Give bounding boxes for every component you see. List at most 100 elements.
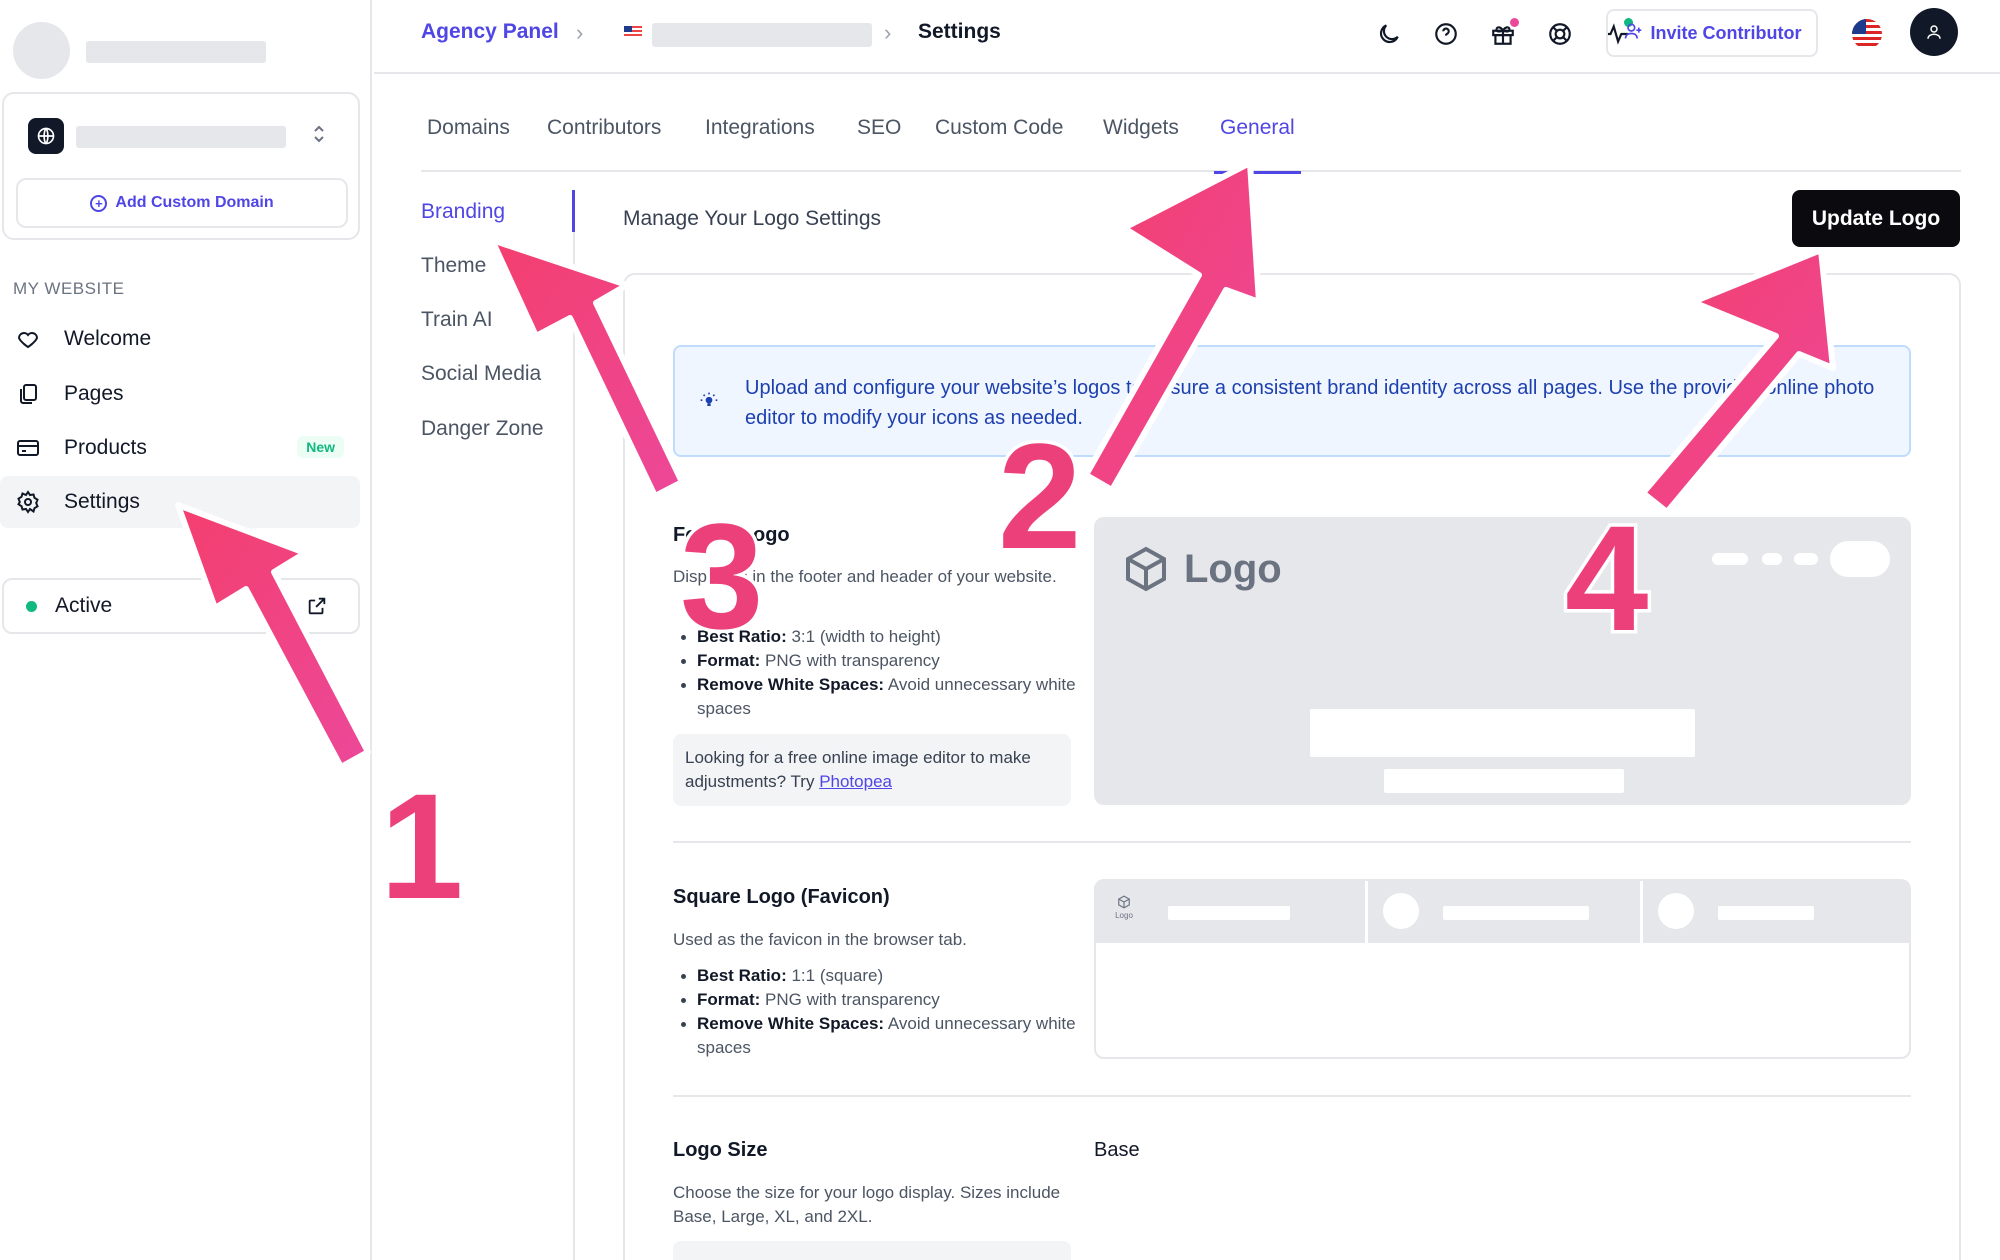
heart-icon (14, 325, 42, 353)
breadcrumb-agency-panel[interactable]: Agency Panel (421, 20, 559, 44)
subnav-branding[interactable]: Branding (421, 200, 505, 224)
subnav-active-indicator (572, 190, 575, 232)
photopea-link[interactable]: Photopea (819, 772, 892, 791)
preview-content-placeholder (1310, 709, 1695, 757)
update-logo-button[interactable]: Update Logo (1792, 190, 1960, 247)
list-item: Best Ratio: 1:1 (square) (681, 964, 1077, 988)
list-item: Remove White Spaces: Avoid unnecessary w… (681, 673, 1077, 721)
account-name-placeholder (86, 41, 266, 63)
list-item: Best Ratio: 3:1 (width to height) (681, 625, 1077, 649)
tab-title-placeholder (1443, 906, 1589, 920)
invite-contributor-label: Invite Contributor (1650, 22, 1802, 43)
help-icon[interactable] (1431, 19, 1461, 49)
tab-contributors[interactable]: Contributors (547, 116, 661, 172)
us-flag-icon (624, 26, 642, 38)
tab-seo[interactable]: SEO (857, 116, 901, 172)
sidebar-item-products[interactable]: Products New (0, 422, 360, 474)
preview-nav-placeholder (1794, 553, 1818, 565)
sidebar-item-welcome[interactable]: Welcome (0, 313, 360, 365)
tab-integrations[interactable]: Integrations (705, 116, 815, 172)
preview-button-placeholder (1830, 541, 1890, 577)
preview-logo: Logo (1122, 545, 1282, 593)
logo-size-tip (673, 1241, 1071, 1260)
logo-size-description: Choose the size for your logo display. S… (673, 1183, 1061, 1226)
chevron-right-icon: › (884, 20, 892, 45)
tab-general[interactable]: General (1214, 116, 1301, 174)
globe-icon (28, 118, 64, 154)
logo-size-title: Logo Size (673, 1139, 768, 1161)
tab-domains[interactable]: Domains (427, 116, 510, 172)
preview-nav-placeholder (1762, 553, 1782, 565)
browser-tab (1371, 881, 1643, 943)
user-avatar[interactable] (1910, 8, 1958, 56)
browser-tab: Logo (1096, 881, 1368, 943)
sidebar-item-label: Welcome (64, 327, 152, 350)
tab-title-placeholder (1168, 906, 1290, 920)
subnav-social-media[interactable]: Social Media (421, 362, 541, 386)
cube-icon (1126, 546, 1166, 592)
footer-logo-title: Footer Logo (673, 524, 790, 546)
status-label: Active (55, 594, 113, 617)
site-domain-placeholder[interactable] (76, 126, 286, 148)
external-link-icon[interactable] (306, 595, 328, 623)
sidebar-item-settings[interactable]: Settings (0, 476, 360, 528)
preview-nav-placeholder (1712, 553, 1748, 565)
plus-circle-icon: + (90, 194, 108, 212)
gear-icon (14, 488, 42, 516)
square-logo-description: Used as the favicon in the browser tab. (673, 930, 967, 949)
section-divider (673, 1095, 1911, 1097)
breadcrumb-settings: Settings (918, 20, 1001, 43)
notification-dot (1510, 18, 1519, 27)
add-custom-domain-button[interactable]: + Add Custom Domain (16, 178, 348, 228)
moon-icon[interactable] (1374, 19, 1404, 49)
subnav-theme[interactable]: Theme (421, 254, 486, 278)
alert-text: Upload and configure your website’s logo… (745, 377, 1875, 429)
tab-custom-code[interactable]: Custom Code (935, 116, 1063, 172)
logo-size-select[interactable]: Base (1094, 1139, 1140, 1162)
footer-logo-description: Displayed in the footer and header of yo… (673, 567, 1057, 586)
chevron-updown-icon[interactable] (312, 124, 326, 148)
new-badge: New (297, 436, 344, 458)
subnav-train-ai[interactable]: Train AI (421, 308, 493, 332)
favicon-preview[interactable]: Logo (1094, 879, 1911, 1059)
add-custom-domain-label: Add Custom Domain (115, 194, 274, 211)
support-lifebuoy-icon[interactable] (1545, 19, 1575, 49)
photo-editor-tip: Looking for a free online image editor t… (673, 734, 1071, 806)
tab-icon-placeholder (1658, 893, 1694, 929)
favicon-preview-logo: Logo (1112, 895, 1136, 920)
lightbulb-icon (699, 391, 719, 416)
sidebar-item-label: Settings (64, 490, 140, 513)
gift-icon[interactable] (1488, 18, 1519, 49)
account-avatar[interactable] (13, 22, 70, 79)
preview-content-placeholder (1384, 769, 1624, 793)
footer-logo-requirements: Best Ratio: 3:1 (width to height) Format… (681, 625, 1077, 721)
pages-icon (14, 380, 42, 408)
invite-contributor-button[interactable]: Invite Contributor (1606, 9, 1818, 57)
tab-icon-placeholder (1383, 893, 1419, 929)
sidebar-item-label: Products (64, 436, 147, 459)
sidebar-item-label: Pages (64, 382, 124, 405)
us-flag-icon[interactable] (1852, 19, 1882, 49)
browser-tab (1646, 881, 1909, 943)
list-item: Remove White Spaces: Avoid unnecessary w… (681, 1012, 1077, 1060)
sidebar-item-pages[interactable]: Pages (0, 368, 360, 420)
list-item: Format: PNG with transparency (681, 988, 1077, 1012)
info-alert: Upload and configure your website’s logo… (673, 345, 1911, 457)
site-status[interactable]: Active (2, 578, 360, 634)
settings-subnav: Branding Theme Train AI Social Media Dan… (421, 190, 575, 1260)
card-icon (14, 434, 42, 462)
status-dot (26, 600, 37, 612)
breadcrumb-site-placeholder[interactable] (652, 23, 872, 47)
top-header: Agency Panel › › Settings Invite Contrib… (374, 0, 2000, 74)
page-title: Manage Your Logo Settings (623, 207, 882, 230)
tab-title-placeholder (1718, 906, 1814, 920)
square-logo-requirements: Best Ratio: 1:1 (square) Format: PNG wit… (681, 964, 1077, 1060)
cube-icon (1118, 895, 1130, 909)
footer-logo-preview[interactable]: Logo (1094, 517, 1911, 805)
tab-widgets[interactable]: Widgets (1103, 116, 1179, 172)
site-selector-card: + Add Custom Domain (2, 92, 360, 240)
chevron-right-icon: › (576, 20, 584, 45)
sidebar: + Add Custom Domain MY WEBSITE Welcome P… (0, 0, 372, 1260)
add-user-icon (1623, 21, 1643, 46)
subnav-danger-zone[interactable]: Danger Zone (421, 417, 544, 441)
